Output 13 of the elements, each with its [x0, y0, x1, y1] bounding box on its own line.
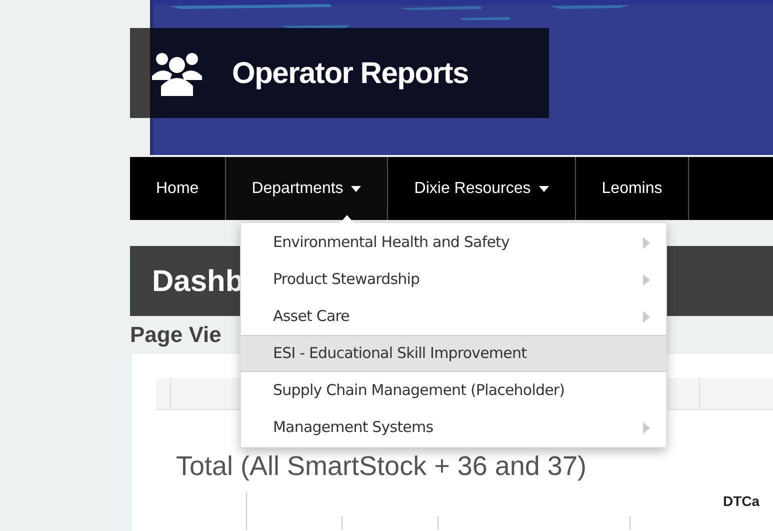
app-title: Operator Reports	[232, 56, 468, 92]
section-title: Dashb	[152, 264, 244, 300]
group-icon	[152, 50, 202, 96]
menu-item[interactable]: ESI - Educational Skill Improvement	[241, 335, 666, 372]
page-subtitle: Page Vie	[130, 322, 222, 348]
menu-item[interactable]: Asset Care	[241, 298, 666, 335]
menu-item[interactable]: Product Stewardship	[241, 261, 666, 298]
chart-label: DTCa	[723, 492, 760, 511]
chart-title: Total (All SmartStock + 36 and 37)	[176, 450, 588, 482]
menu-item[interactable]: Environmental Health and Safety	[241, 224, 666, 261]
nav-item[interactable]: Departments	[226, 157, 388, 220]
menu-item[interactable]: Supply Chain Management (Placeholder)	[241, 372, 666, 409]
menu-item[interactable]: Management Systems	[241, 409, 666, 446]
